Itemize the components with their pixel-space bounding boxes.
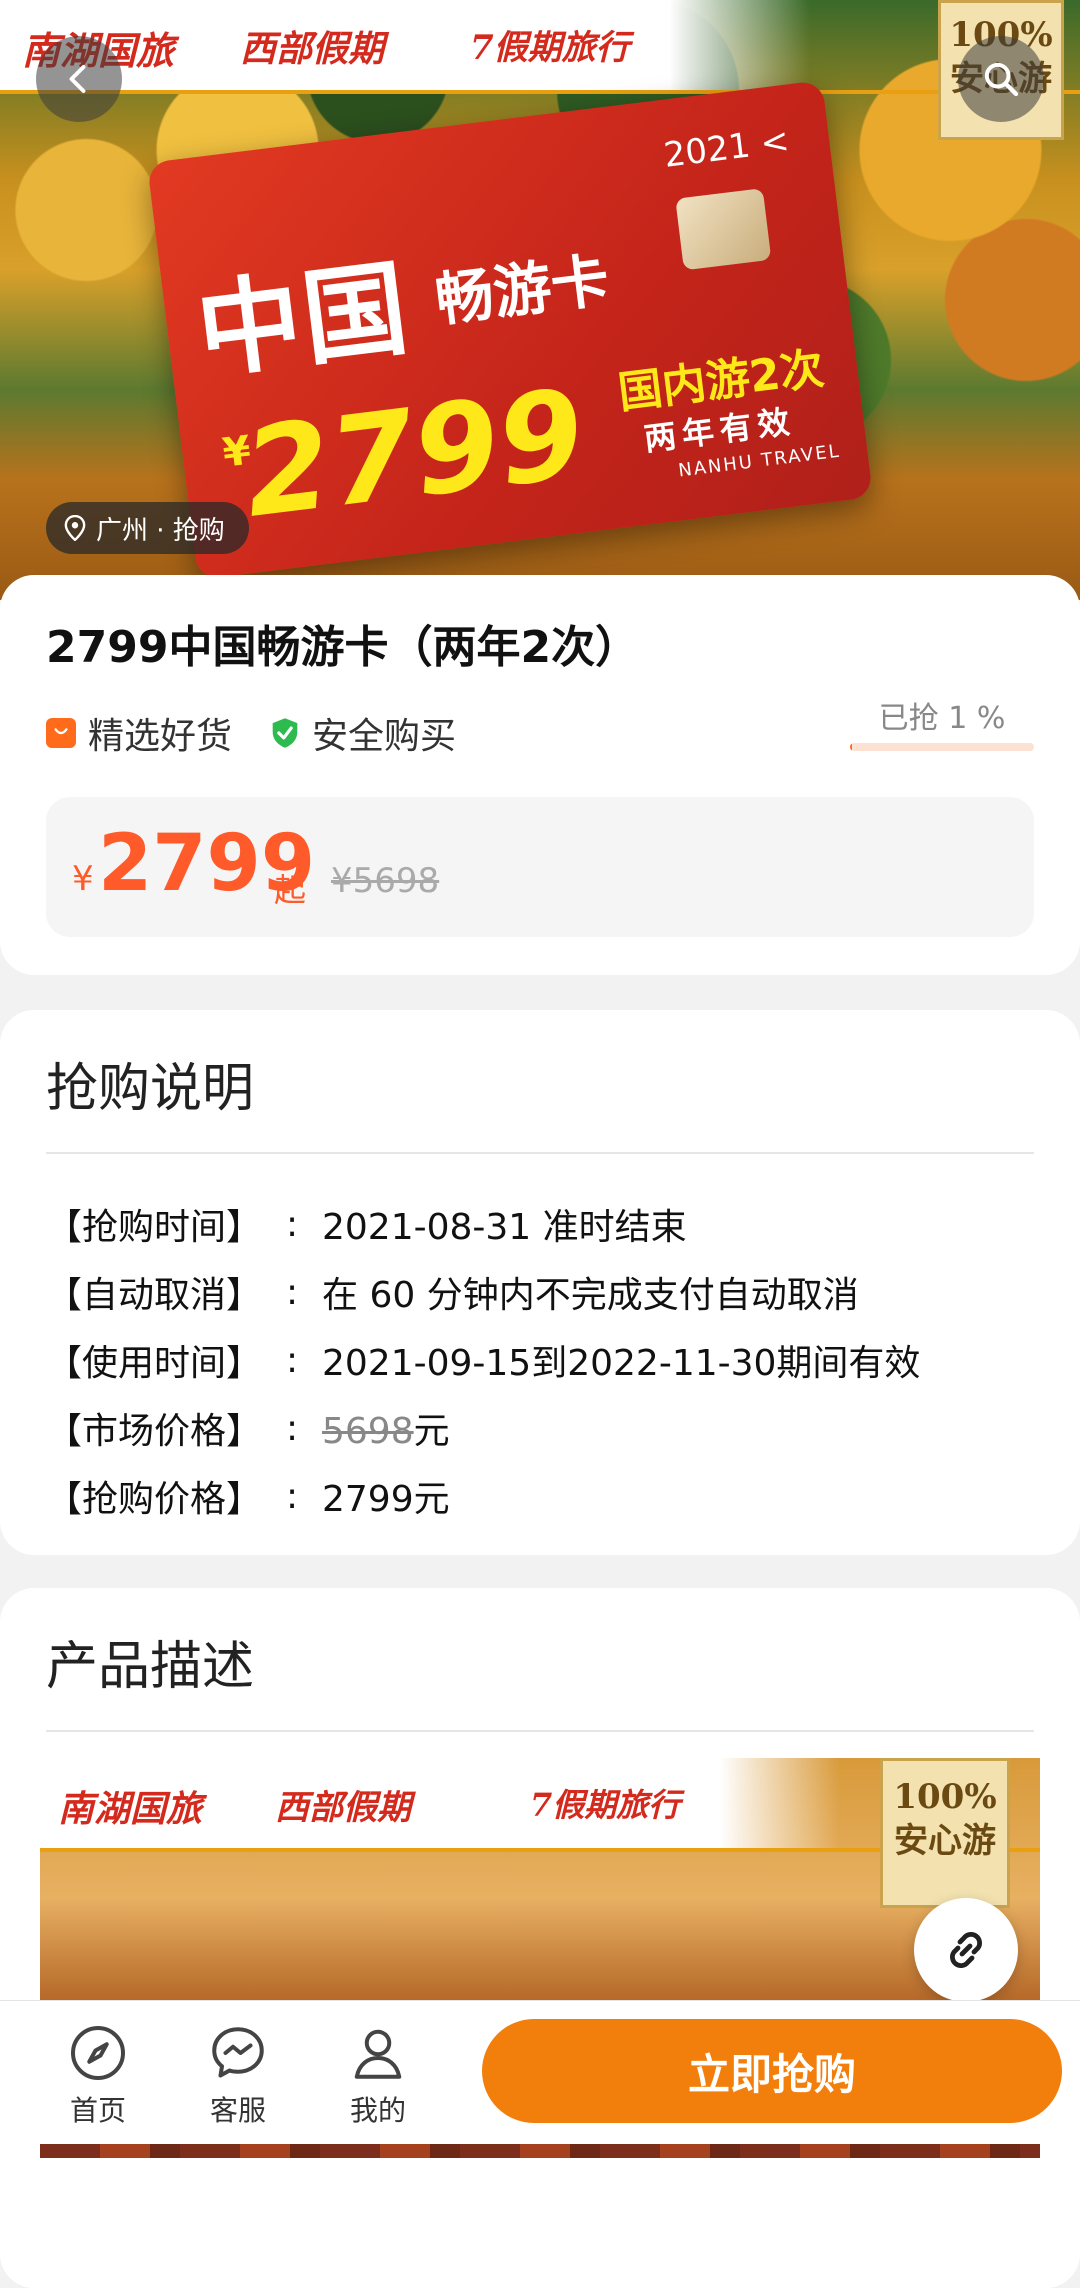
sold-progress-fill — [850, 743, 852, 751]
section-title: 抢购说明 — [46, 1059, 255, 1119]
nav-profile[interactable]: 我的 — [318, 2023, 438, 2129]
chip-icon — [675, 188, 772, 271]
purchase-info-list: 【抢购时间】 : 2021-08-31 准时结束 【自动取消】 : 在 60 分… — [46, 1190, 920, 1530]
info-value: 2021-09-15到2022-11-30期间有效 — [322, 1343, 921, 1384]
badge-percent: 100% — [893, 1777, 997, 1817]
original-price: ¥5698 — [331, 861, 440, 901]
card-year: 2021 < — [661, 120, 792, 176]
buy-now-button[interactable]: 立即抢购 — [482, 2019, 1062, 2123]
card-price: 2799 — [236, 362, 592, 545]
nav-customer-service[interactable]: 客服 — [178, 2023, 298, 2129]
product-summary-card: 2799中国畅游卡（两年2次） 精选好货 安全购买 已抢 1 % ¥ 2799 … — [0, 575, 1080, 975]
info-value: 2799元 — [322, 1479, 450, 1520]
info-value: 2021-08-31 准时结束 — [322, 1207, 687, 1248]
tag-label: 安全购买 — [312, 716, 457, 757]
card-title: 中国 — [190, 246, 416, 394]
location-text: 广州 · 抢购 — [96, 515, 225, 546]
divider — [46, 1730, 1034, 1732]
shield-check-icon — [270, 717, 300, 749]
section-title: 产品描述 — [46, 1637, 255, 1697]
info-label: 【使用时间】 — [46, 1343, 263, 1384]
nav-label: 首页 — [69, 2094, 126, 2127]
location-pin-icon — [64, 515, 86, 541]
market-price-unit: 元 — [413, 1411, 450, 1452]
nav-label: 我的 — [349, 2094, 406, 2127]
price-box: ¥ 2799 起 ¥5698 — [46, 797, 1034, 937]
bottom-action-bar: 首页 客服 我的 立即抢购 — [0, 2000, 1080, 2144]
link-icon — [950, 1932, 982, 1968]
chat-icon — [212, 2027, 264, 2078]
back-button[interactable] — [36, 36, 122, 122]
user-icon — [354, 2029, 402, 2079]
product-title: 2799中国畅游卡（两年2次） — [46, 622, 640, 673]
search-button[interactable] — [958, 36, 1044, 122]
info-value: 5698元 — [322, 1402, 450, 1454]
search-icon — [984, 62, 1019, 97]
sold-percentage: 已抢 1 % — [878, 701, 1006, 736]
price-suffix: 起 — [274, 871, 307, 909]
info-label: 【自动取消】 — [46, 1275, 263, 1316]
location-tag: 广州 · 抢购 — [46, 502, 249, 554]
info-label: 【市场价格】 — [46, 1411, 263, 1452]
logo-west-holiday: 西部假期 — [240, 28, 385, 70]
info-colon: : — [286, 1203, 299, 1245]
info-row-sale-price: 【抢购价格】 : 2799元 — [46, 1462, 920, 1530]
shopping-bag-icon — [46, 718, 76, 748]
product-description-card: 产品描述 南湖国旅 西部假期 7假期旅行 100% 安心游 — [0, 1588, 1080, 2288]
info-row-valid-period: 【使用时间】 : 2021-09-15到2022-11-30期间有效 — [46, 1326, 920, 1394]
compass-icon — [71, 2026, 125, 2080]
divider — [46, 1152, 1034, 1154]
sold-progress-bar — [850, 743, 1034, 751]
nav-label: 客服 — [209, 2094, 266, 2127]
tag-secure-purchase: 安全购买 — [270, 707, 456, 759]
logo-west-holiday: 西部假期 — [275, 1788, 411, 1828]
price-currency: ¥ — [72, 859, 94, 899]
info-row-auto-cancel: 【自动取消】 : 在 60 分钟内不完成支付自动取消 — [46, 1258, 920, 1326]
card-subtitle: 畅游卡 — [431, 245, 613, 335]
badge-text: 安心游 — [894, 1821, 996, 1861]
purchase-info-card: 抢购说明 【抢购时间】 : 2021-08-31 准时结束 【自动取消】 : 在… — [0, 1010, 1080, 1555]
info-label: 【抢购价格】 — [46, 1479, 263, 1520]
info-colon: : — [286, 1475, 299, 1517]
travel-card-image: 2021 < 中国 畅游卡 ¥ 2799 国内游2次 两年有效 NANHU TR… — [146, 80, 874, 580]
guarantee-badge: 100% 安心游 — [880, 1758, 1010, 1908]
market-price-strike: 5698 — [322, 1411, 414, 1452]
info-row-market-price: 【市场价格】 : 5698元 — [46, 1394, 920, 1462]
hero-banner: 南湖国旅 西部假期 7假期旅行 100% 安心游 2021 < 中国 畅游卡 ¥… — [0, 0, 1080, 600]
info-colon: : — [286, 1407, 299, 1449]
tag-label: 精选好货 — [88, 716, 233, 757]
chevron-left-icon — [69, 65, 86, 93]
logo-7holiday: 7假期旅行 — [470, 28, 630, 68]
logo-nanhu: 南湖国旅 — [58, 1788, 203, 1830]
info-label: 【抢购时间】 — [46, 1207, 263, 1248]
product-tags: 精选好货 安全购买 — [46, 707, 476, 759]
brand-logo-bar: 南湖国旅 西部假期 7假期旅行 — [0, 0, 1080, 94]
share-link-button[interactable] — [914, 1898, 1018, 2002]
info-colon: : — [286, 1271, 299, 1313]
info-value: 在 60 分钟内不完成支付自动取消 — [322, 1275, 859, 1316]
info-row-end-time: 【抢购时间】 : 2021-08-31 准时结束 — [46, 1190, 920, 1258]
nav-home[interactable]: 首页 — [38, 2023, 158, 2129]
info-colon: : — [286, 1339, 299, 1381]
tag-selected-goods: 精选好货 — [46, 707, 232, 759]
logo-7holiday: 7假期旅行 — [530, 1786, 681, 1824]
